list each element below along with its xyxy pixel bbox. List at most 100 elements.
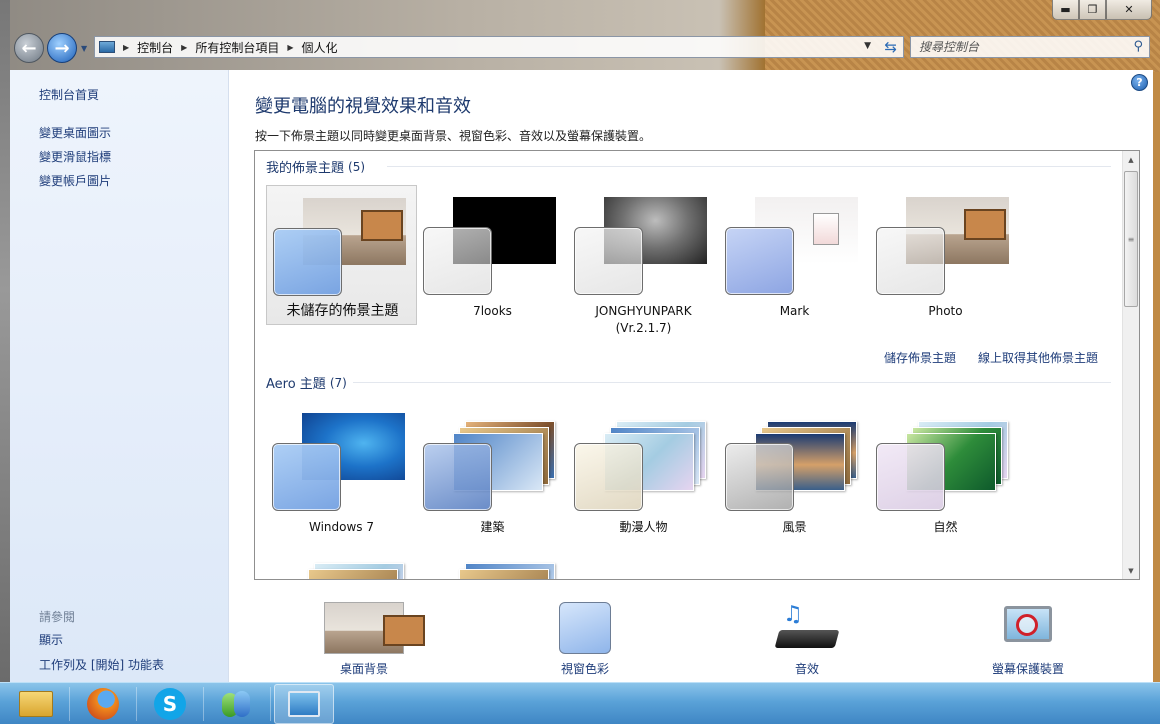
windows-explorer-icon[interactable] [6, 684, 66, 724]
back-button[interactable]: ← [14, 33, 44, 63]
address-bar[interactable]: ▶ 控制台 ▶ 所有控制台項目 ▶ 個人化 ▼ ⇆ [94, 36, 904, 58]
theme-label: 自然 [933, 520, 958, 534]
control-panel-icon [99, 41, 115, 53]
window-color-icon [559, 602, 611, 654]
skype-icon[interactable]: S [140, 684, 200, 724]
recent-pages-dropdown[interactable]: ▼ [81, 44, 87, 53]
taskbar-separator [136, 686, 137, 721]
theme-label-version: (Vr.2.1.7) [615, 321, 672, 335]
chevron-right-icon[interactable]: ▶ [123, 43, 129, 52]
taskbar-start-menu-link[interactable]: 工作列及 [開始] 功能表 [39, 656, 164, 673]
sounds-setting[interactable]: ♫ 音效 [737, 602, 877, 677]
taskbar-separator [69, 686, 70, 721]
theme-item-partial[interactable] [266, 543, 417, 579]
vertical-scrollbar[interactable]: ▲ ≡ ▼ [1122, 151, 1139, 579]
sounds-label[interactable]: 音效 [737, 660, 877, 677]
title-bar: ▬ ❐ ✕ [90, 0, 1160, 32]
theme-label: Windows 7 [308, 520, 374, 534]
help-icon[interactable]: ? [1131, 74, 1148, 91]
forward-button[interactable]: → [47, 33, 77, 63]
screensaver-setting[interactable]: 螢幕保護裝置 [958, 602, 1098, 677]
control-panel-home-link[interactable]: 控制台首頁 [39, 86, 99, 103]
window-color-setting[interactable]: 視窗色彩 [515, 602, 655, 677]
theme-item-windows7[interactable]: Windows 7 [266, 401, 417, 541]
breadcrumb-all-items[interactable]: 所有控制台項目 [195, 39, 279, 56]
theme-wallpaper-preview [459, 569, 549, 579]
theme-color-swatch [574, 227, 643, 295]
group-divider [387, 166, 1111, 167]
theme-label: 風景 [782, 520, 807, 534]
close-button[interactable]: ✕ [1106, 0, 1152, 20]
theme-item-nature[interactable]: 自然 [870, 401, 1021, 541]
theme-item-unsaved[interactable]: 未儲存的佈景主題 [266, 185, 417, 325]
maximize-button[interactable]: ❐ [1079, 0, 1106, 20]
group-divider [353, 382, 1111, 383]
change-desktop-icons-link[interactable]: 變更桌面圖示 [39, 124, 111, 141]
taskbar-separator [203, 686, 204, 721]
breadcrumb-control-panel[interactable]: 控制台 [137, 39, 173, 56]
display-link[interactable]: 顯示 [39, 631, 63, 648]
window-color-label[interactable]: 視窗色彩 [515, 660, 655, 677]
theme-color-swatch [876, 227, 945, 295]
save-theme-link[interactable]: 儲存佈景主題 [884, 349, 956, 366]
desktop-background-label[interactable]: 桌面背景 [294, 660, 434, 677]
theme-item-architecture[interactable]: 建築 [417, 401, 568, 541]
main-pane: ? 變更電腦的視覺效果和音效 按一下佈景主題以同時變更桌面背景、視窗色彩、音效以… [229, 70, 1153, 682]
refresh-icon[interactable]: ⇆ [884, 38, 897, 56]
sounds-icon: ♫ [774, 602, 840, 654]
taskbar: S [0, 682, 1160, 724]
theme-label: 7looks [473, 304, 512, 318]
chevron-right-icon[interactable]: ▶ [287, 43, 293, 52]
aero-themes-count: (7) [329, 375, 347, 390]
theme-item-characters[interactable]: 動漫人物 [568, 401, 719, 541]
get-more-themes-online-link[interactable]: 線上取得其他佈景主題 [978, 349, 1098, 366]
control-panel-taskbar-icon[interactable] [274, 683, 334, 724]
taskbar-separator [270, 686, 271, 721]
theme-item-mark[interactable]: Mark [719, 185, 870, 325]
aero-themes-heading[interactable]: Aero 主題 (7) [266, 373, 347, 393]
page-description: 按一下佈景主題以同時變更桌面背景、視窗色彩、音效以及螢幕保護裝置。 [255, 129, 652, 143]
theme-color-swatch [725, 227, 794, 295]
change-mouse-pointers-link[interactable]: 變更滑鼠指標 [39, 148, 111, 165]
screensaver-label[interactable]: 螢幕保護裝置 [958, 660, 1098, 677]
theme-color-swatch [273, 228, 342, 296]
my-themes-count: (5) [348, 159, 366, 174]
my-themes-heading[interactable]: 我的佈景主題 (5) [266, 157, 366, 177]
theme-list[interactable]: 我的佈景主題 (5) 未儲存的佈景主題 7looks JONGHYUNPARK … [254, 150, 1140, 580]
theme-item-7looks[interactable]: 7looks [417, 185, 568, 325]
firefox-icon[interactable] [73, 684, 133, 724]
search-box[interactable]: ⚲ [910, 36, 1150, 58]
desktop-background-setting[interactable]: 桌面背景 [294, 602, 434, 677]
scroll-down-button[interactable]: ▼ [1123, 562, 1139, 579]
scroll-thumb[interactable]: ≡ [1124, 171, 1138, 307]
theme-label: JONGHYUNPARK [595, 304, 692, 318]
theme-label: 未儲存的佈景主題 [286, 303, 399, 319]
desktop-background-icon [324, 602, 425, 654]
theme-color-swatch [423, 227, 492, 295]
left-pane: 控制台首頁 變更桌面圖示 變更滑鼠指標 變更帳戶圖片 請參閱 顯示 工作列及 [… [10, 70, 229, 682]
back-arrow-icon: ← [21, 37, 37, 59]
theme-item-photo[interactable]: Photo [870, 185, 1021, 325]
personalization-window: ▬ ❐ ✕ ← → ▼ ▶ 控制台 ▶ 所有控制台項目 ▶ 個人化 ▼ ⇆ ⚲ … [0, 0, 1160, 682]
scroll-up-button[interactable]: ▲ [1123, 151, 1139, 168]
window-controls: ▬ ❐ ✕ [1052, 0, 1152, 20]
theme-color-swatch [272, 443, 341, 511]
theme-color-swatch [725, 443, 794, 511]
address-dropdown-icon[interactable]: ▼ [864, 41, 871, 51]
messenger-icon[interactable] [207, 684, 267, 724]
search-icon[interactable]: ⚲ [1133, 39, 1143, 54]
theme-item-jonghyunpark[interactable]: JONGHYUNPARK (Vr.2.1.7) [568, 185, 719, 335]
search-input[interactable] [919, 40, 1119, 54]
my-themes-heading-text: 我的佈景主題 [266, 161, 345, 176]
music-note-icon: ♫ [783, 602, 803, 627]
theme-label: 動漫人物 [619, 520, 668, 534]
theme-item-partial[interactable] [417, 543, 568, 579]
theme-item-landscapes[interactable]: 風景 [719, 401, 870, 541]
theme-label: Mark [779, 304, 810, 318]
page-title: 變更電腦的視覺效果和音效 [255, 96, 471, 117]
minimize-button[interactable]: ▬ [1052, 0, 1079, 20]
chevron-right-icon[interactable]: ▶ [181, 43, 187, 52]
no-symbol-icon [1016, 614, 1038, 636]
change-account-picture-link[interactable]: 變更帳戶圖片 [39, 172, 111, 189]
breadcrumb-personalization[interactable]: 個人化 [302, 39, 338, 56]
